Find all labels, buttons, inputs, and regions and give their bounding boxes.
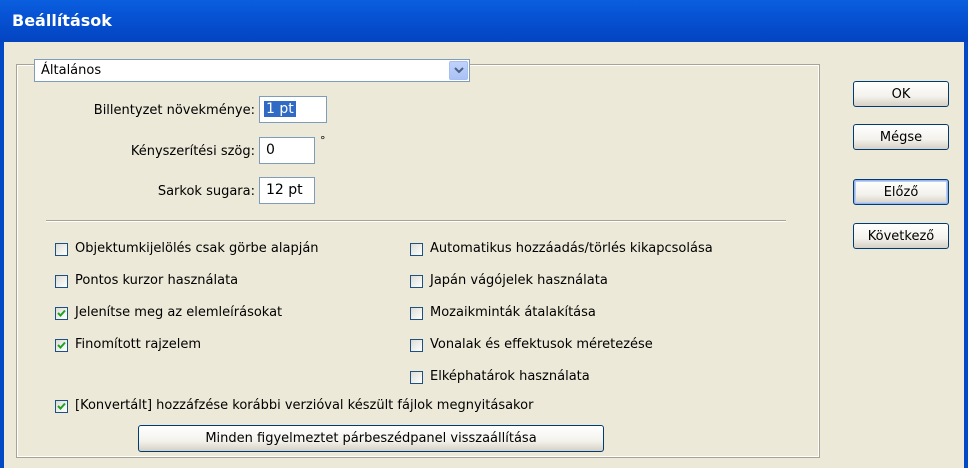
option-append-converted-label: [Konvertált] hozzáfzése korábbi verzióva… [75, 398, 534, 413]
cancel-button-label: Mégse [879, 130, 923, 145]
checkbox-japanese-crop-marks[interactable] [410, 275, 423, 288]
option-precise-cursor-label: Pontos kurzor használata [75, 273, 239, 288]
checkbox-append-converted[interactable] [55, 400, 68, 413]
checkmark-icon [57, 402, 66, 410]
option-japanese-crop-marks-label: Japán vágójelek használata [430, 273, 608, 288]
checkbox-preview-bounds[interactable] [410, 371, 423, 384]
corner-radius-value: 12 pt [266, 182, 303, 198]
next-button[interactable]: Következő [853, 223, 949, 249]
section-dropdown-value: Általános [41, 63, 102, 78]
checkbox-precise-cursor[interactable] [55, 275, 68, 288]
constrain-angle-input[interactable]: 0 [259, 137, 315, 164]
keyboard-increment-label: Billentyzet növekménye: [93, 103, 255, 118]
checkbox-disable-auto-add-delete[interactable] [410, 243, 423, 256]
checkmark-icon [57, 341, 66, 349]
window-border-left [0, 42, 4, 468]
ok-button-label: OK [891, 87, 911, 102]
next-button-label: Következő [867, 229, 935, 244]
option-anti-aliased-label: Finomított rajzelem [75, 337, 202, 352]
option-path-selection-label: Objektumkijelölés csak görbe alapján [75, 241, 319, 256]
corner-radius-input[interactable]: 12 pt [259, 177, 315, 204]
option-scale-strokes-label: Vonalak és effektusok méretezése [430, 337, 653, 352]
reset-warnings-button[interactable]: Minden figyelmeztet párbeszédpanel vissz… [138, 425, 604, 452]
keyboard-increment-value: 1 pt [264, 101, 296, 117]
checkbox-path-selection[interactable] [55, 243, 68, 256]
chevron-down-icon[interactable] [449, 61, 468, 80]
checkbox-transform-patterns[interactable] [410, 307, 423, 320]
section-dropdown[interactable]: Általános [34, 59, 470, 82]
previous-button-label: Előző [883, 185, 919, 200]
option-transform-patterns-label: Mozaikminták átalakítása [430, 305, 596, 320]
title-bar: Beállítások [0, 0, 968, 42]
checkmark-icon [57, 309, 66, 317]
option-show-tooltips-label: Jelenítse meg az elemleírásokat [75, 305, 283, 320]
option-preview-bounds-label: Elképhatárok használata [430, 369, 590, 384]
previous-button[interactable]: Előző [853, 179, 949, 205]
keyboard-increment-input[interactable]: 1 pt [259, 96, 327, 123]
window-title: Beállítások [12, 11, 112, 30]
checkbox-scale-strokes[interactable] [410, 339, 423, 352]
cancel-button[interactable]: Mégse [853, 124, 949, 150]
checkbox-anti-aliased[interactable] [55, 339, 68, 352]
constrain-angle-value: 0 [266, 142, 275, 158]
option-disable-auto-add-delete-label: Automatikus hozzáadás/törlés kikapcsolás… [430, 241, 713, 256]
window-border-right [964, 42, 968, 468]
ok-button[interactable]: OK [853, 81, 949, 107]
degree-unit: ° [320, 134, 326, 147]
corner-radius-label: Sarkok sugara: [157, 184, 255, 199]
constrain-angle-label: Kényszerítési szög: [130, 144, 255, 159]
reset-warnings-button-label: Minden figyelmeztet párbeszédpanel vissz… [205, 431, 537, 446]
checkbox-show-tooltips[interactable] [55, 307, 68, 320]
section-divider [46, 220, 786, 222]
